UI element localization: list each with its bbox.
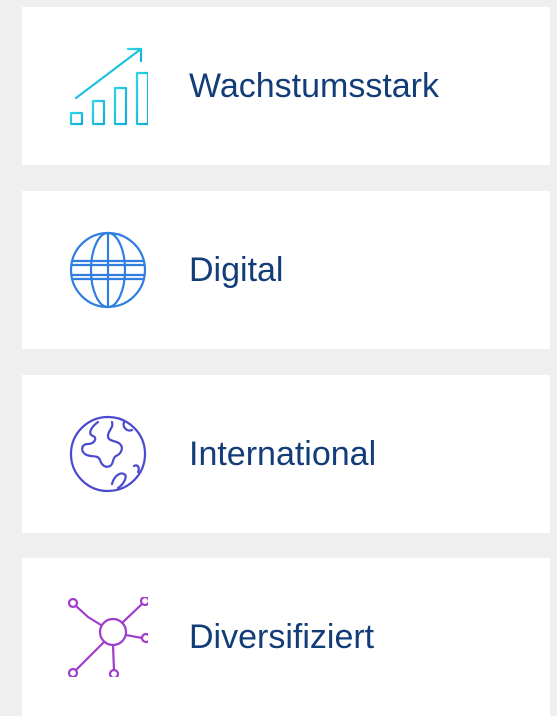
feature-card-digital: Digital (22, 191, 550, 349)
globe-icon (68, 230, 148, 310)
feature-label: Digital (189, 251, 284, 289)
earth-icon (68, 414, 148, 494)
feature-label: Wachstumsstark (189, 67, 440, 105)
growth-chart-icon (68, 46, 148, 126)
feature-card-diversifiziert: Diversifiziert (22, 558, 550, 716)
feature-label: International (189, 435, 377, 473)
network-icon (68, 597, 148, 677)
feature-label: Diversifiziert (189, 618, 375, 656)
feature-card-wachstumsstark: Wachstumsstark (22, 7, 550, 165)
feature-card-international: International (22, 375, 550, 533)
